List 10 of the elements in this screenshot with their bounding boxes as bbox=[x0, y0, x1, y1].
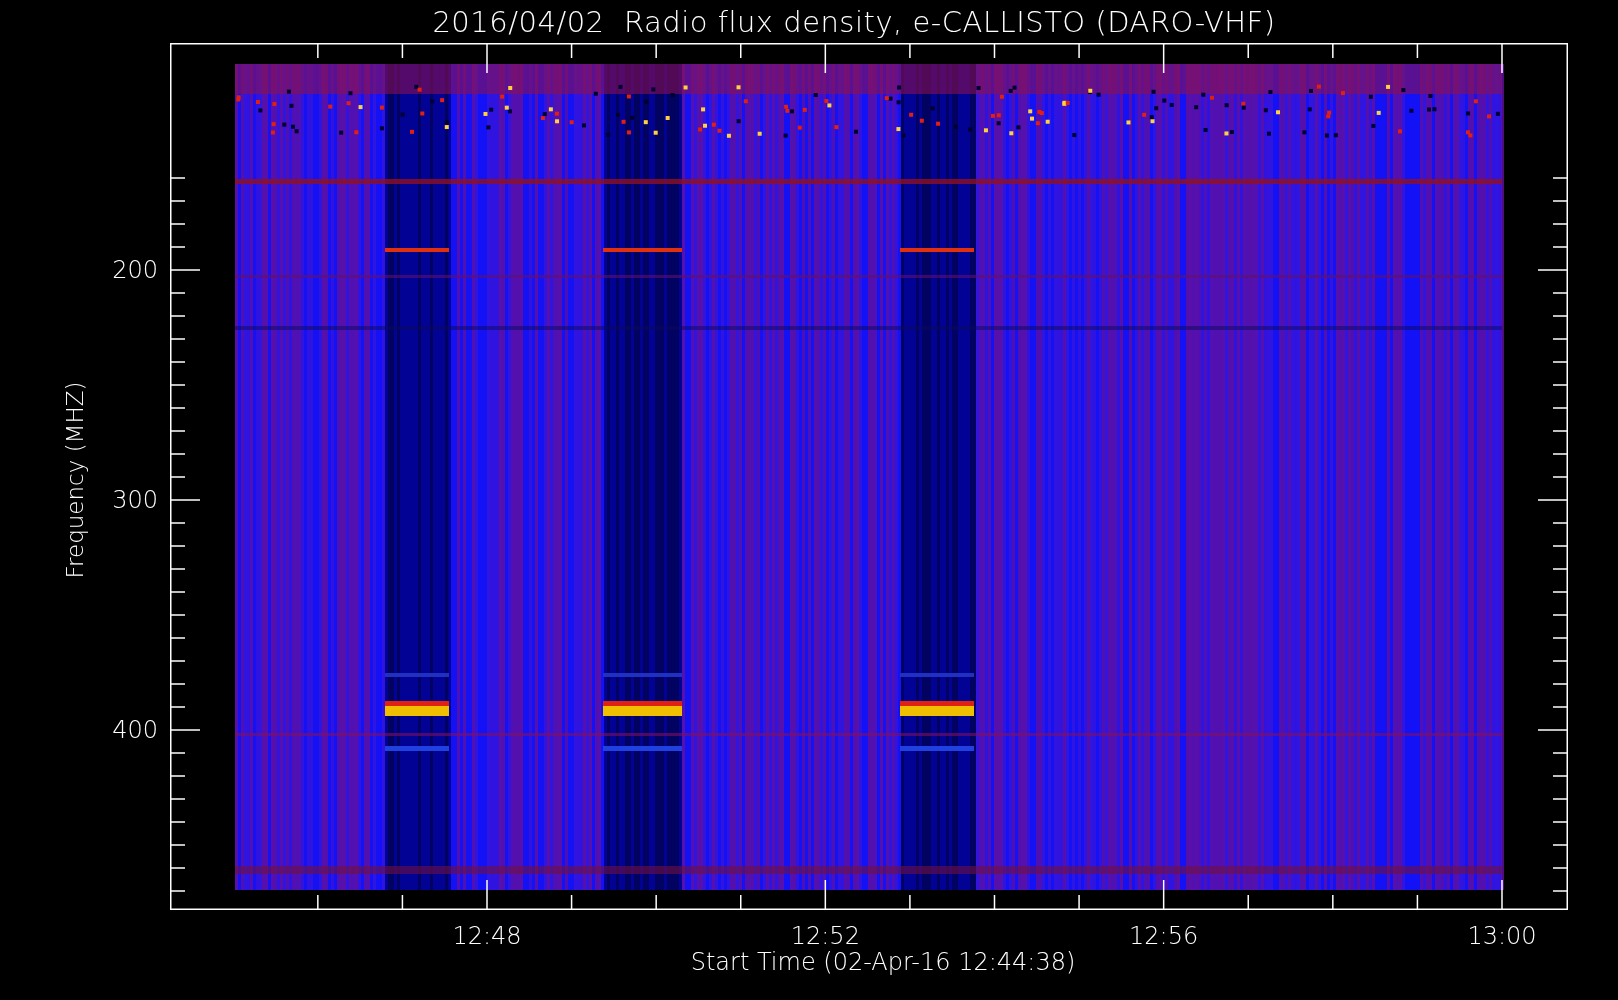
axis-label: Start Time (02-Apr-16 12:44:38) bbox=[690, 948, 1076, 976]
axis-label: Frequency (MHZ) bbox=[62, 381, 88, 579]
tick-label: 12:56 bbox=[1129, 922, 1199, 950]
tick-label: 13:00 bbox=[1467, 922, 1537, 950]
tick-label: 200 bbox=[112, 256, 158, 284]
tick-label: 300 bbox=[112, 486, 158, 514]
chart-title: 2016/04/02 Radio flux density, e-CALLISTO (DARO-VHF) bbox=[432, 4, 1276, 39]
tick-label: 12:48 bbox=[452, 922, 522, 950]
tick-label: 12:52 bbox=[790, 922, 860, 950]
tick-label: 400 bbox=[112, 716, 158, 744]
